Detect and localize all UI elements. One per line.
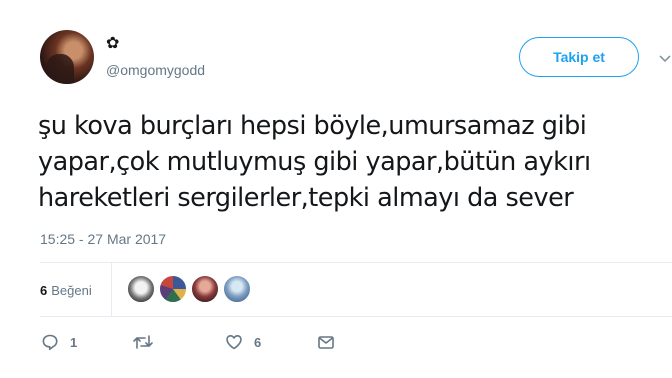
- retweet-button[interactable]: [132, 330, 154, 354]
- divider: [111, 262, 112, 316]
- tweet-card: ✿ @omgomygodd Takip et şu kova burçları …: [0, 0, 672, 378]
- user-name-row[interactable]: ✿: [106, 34, 119, 54]
- likes-count: 6: [40, 282, 48, 298]
- tweet-text-line: şu kova burçları hepsi böyle,umursamaz g…: [38, 111, 587, 141]
- reply-count: 1: [70, 334, 78, 350]
- user-avatar[interactable]: [40, 30, 94, 84]
- tweet-timestamp[interactable]: 15:25 - 27 Mar 2017: [40, 230, 166, 248]
- tweet-text-line: hareketleri sergilerler,tepki almayı da …: [38, 183, 574, 213]
- follow-button[interactable]: Takip et: [519, 37, 639, 77]
- heart-icon: [224, 332, 244, 352]
- liker-avatar[interactable]: [223, 275, 251, 303]
- reply-icon: [40, 332, 60, 352]
- divider: [40, 316, 672, 317]
- tweet-text: şu kova burçları hepsi böyle,umursamaz g…: [38, 108, 663, 216]
- envelope-icon: [316, 332, 336, 352]
- direct-message-button[interactable]: [316, 330, 336, 354]
- likers-avatars: [127, 275, 255, 303]
- user-display-name[interactable]: ✿: [106, 35, 119, 52]
- liker-avatar[interactable]: [159, 275, 187, 303]
- tweet-text-line: yapar,çok mutluymuş gibi yapar,bütün ayk…: [38, 147, 591, 177]
- likes-stat[interactable]: 6 Beğeni: [40, 274, 92, 306]
- divider: [40, 262, 672, 263]
- reply-button[interactable]: 1: [40, 330, 77, 354]
- likes-label: Beğeni: [51, 282, 92, 298]
- user-handle[interactable]: @omgomygodd: [106, 61, 205, 79]
- like-count: 6: [254, 334, 262, 350]
- like-button[interactable]: 6: [224, 330, 261, 354]
- chevron-down-icon[interactable]: [658, 52, 672, 66]
- liker-avatar[interactable]: [127, 275, 155, 303]
- retweet-icon: [132, 332, 154, 352]
- liker-avatar[interactable]: [191, 275, 219, 303]
